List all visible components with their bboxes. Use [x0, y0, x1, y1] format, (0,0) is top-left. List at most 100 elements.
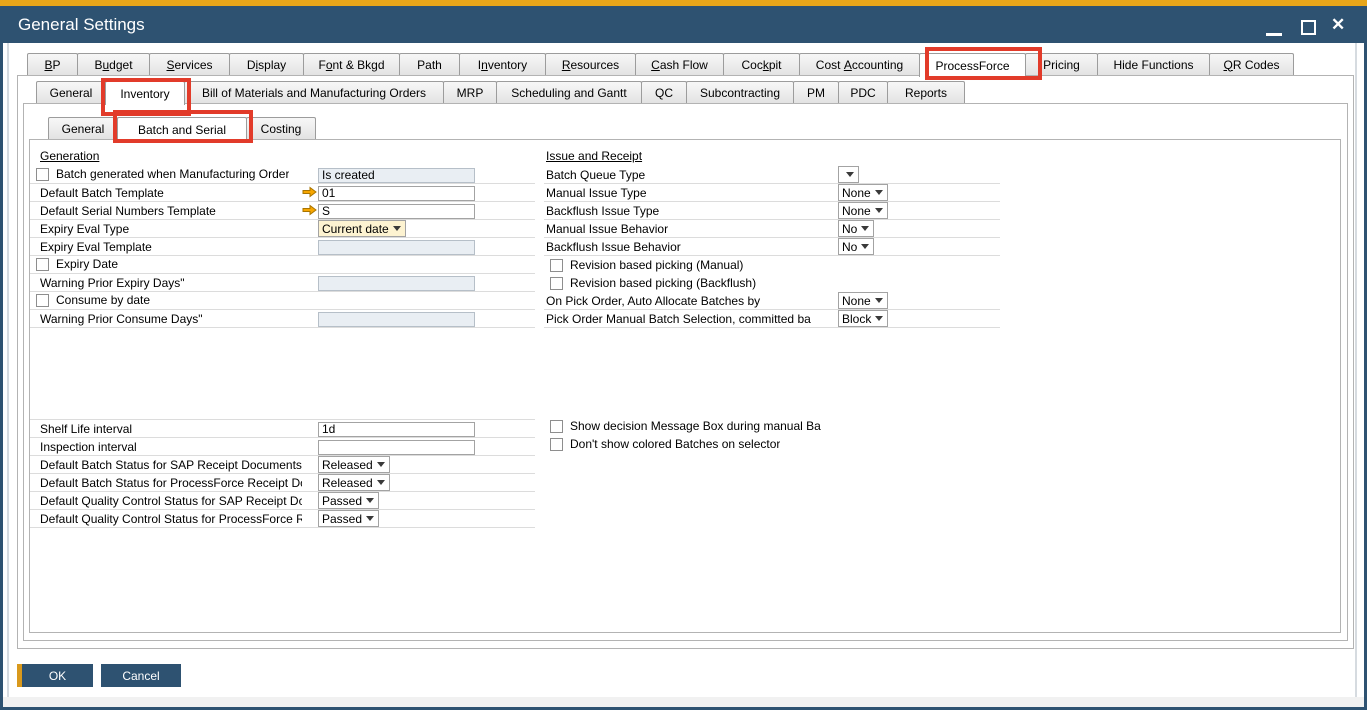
form-row-manual-issue-behavior: Manual Issue Behavior No: [544, 220, 1000, 238]
form-row-default-batch-template: Default Batch Template: [30, 184, 535, 202]
default-serial-template-input[interactable]: [318, 204, 475, 219]
form-row-qc-status-sap: Default Quality Control Status for SAP R…: [30, 492, 535, 510]
expiry-eval-type-combo[interactable]: Current date: [318, 220, 406, 237]
manual-issue-behavior-combo[interactable]: No: [838, 220, 874, 237]
form-row-batch-status-pf: Default Batch Status for ProcessForce Re…: [30, 474, 535, 492]
tab-pf-pdc[interactable]: PDC: [838, 81, 888, 103]
close-icon[interactable]: ✕: [1331, 11, 1345, 38]
window-border-left: [0, 0, 3, 710]
expiry-date-label: Expiry Date: [56, 256, 118, 273]
consume-by-date-checkbox[interactable]: [36, 294, 49, 307]
form-row-expiry-eval-template: Expiry Eval Template: [30, 238, 535, 256]
shelf-life-input[interactable]: [318, 422, 475, 437]
tab-pf-subcontracting[interactable]: Subcontracting: [686, 81, 794, 103]
tab-pf-inventory[interactable]: Inventory: [105, 81, 185, 105]
ok-button[interactable]: OK: [17, 664, 93, 687]
form-row-qc-status-pf: Default Quality Control Status for Proce…: [30, 510, 535, 528]
tab-font-bkgd[interactable]: Font & Bkgd: [303, 53, 400, 75]
tab-pf-mrp[interactable]: MRP: [443, 81, 497, 103]
chevron-down-icon: [875, 316, 883, 321]
link-arrow-icon[interactable]: [302, 204, 317, 216]
selector-options-group: Show decision Message Box during manual …: [544, 417, 1000, 453]
tab-resources[interactable]: Resources: [545, 53, 636, 75]
chevron-down-icon: [861, 244, 869, 249]
tab-cost-accounting[interactable]: Cost Accounting: [799, 53, 920, 75]
tab-path[interactable]: Path: [399, 53, 460, 75]
tab-pricing[interactable]: Pricing: [1025, 53, 1098, 75]
inspection-interval-label: Inspection interval: [40, 439, 302, 456]
show-decision-box-checkbox[interactable]: [550, 420, 563, 433]
batch-status-pf-label: Default Batch Status for ProcessForce Re…: [40, 475, 302, 492]
auto-allocate-combo[interactable]: None: [838, 292, 888, 309]
tab-bp[interactable]: BP: [27, 53, 78, 75]
form-row-inspection-interval: Inspection interval: [30, 438, 535, 456]
chevron-down-icon: [366, 498, 374, 503]
batch-status-pf-combo[interactable]: Released: [318, 474, 390, 491]
expiry-eval-type-label: Expiry Eval Type: [40, 221, 302, 238]
tab-cash-flow[interactable]: Cash Flow: [635, 53, 724, 75]
default-batch-template-input[interactable]: [318, 186, 475, 201]
warning-prior-consume-input[interactable]: [318, 312, 475, 327]
expiry-date-checkbox[interactable]: [36, 258, 49, 271]
inspection-interval-input[interactable]: [318, 440, 475, 455]
tab-pf-bom-mfg-orders[interactable]: Bill of Materials and Manufacturing Orde…: [184, 81, 444, 103]
backflush-issue-behavior-combo[interactable]: No: [838, 238, 874, 255]
tab-inv-costing[interactable]: Costing: [246, 117, 316, 139]
expiry-eval-template-input[interactable]: [318, 240, 475, 255]
batch-queue-type-label: Batch Queue Type: [546, 167, 834, 184]
form-row-default-serial-template: Default Serial Numbers Template: [30, 202, 535, 220]
warning-prior-expiry-input[interactable]: [318, 276, 475, 291]
backflush-issue-type-label: Backflush Issue Type: [546, 203, 834, 220]
shelf-life-label: Shelf Life interval: [40, 421, 302, 438]
tab-services[interactable]: Services: [149, 53, 230, 75]
tab-cockpit[interactable]: Cockpit: [723, 53, 800, 75]
batch-generated-label: Batch generated when Manufacturing Order: [56, 166, 289, 183]
batch-queue-type-combo[interactable]: [838, 166, 859, 183]
chevron-down-icon: [875, 298, 883, 303]
tab-pf-pm[interactable]: PM: [793, 81, 839, 103]
tab-pf-reports[interactable]: Reports: [887, 81, 965, 103]
form-row-warning-prior-consume: Warning Prior Consume Days": [30, 310, 535, 328]
dont-show-colored-checkbox[interactable]: [550, 438, 563, 451]
manual-issue-behavior-label: Manual Issue Behavior: [546, 221, 834, 238]
top-accent-bar: [0, 0, 1367, 6]
footer-strip: [3, 697, 1364, 707]
manual-issue-type-combo[interactable]: None: [838, 184, 888, 201]
form-row-warning-prior-expiry: Warning Prior Expiry Days": [30, 274, 535, 292]
tab-qr-codes[interactable]: QR Codes: [1209, 53, 1294, 75]
tab-hide-functions[interactable]: Hide Functions: [1097, 53, 1210, 75]
form-row-revision-picking-backflush: Revision based picking (Backflush): [544, 274, 1000, 292]
form-row-backflush-issue-behavior: Backflush Issue Behavior No: [544, 238, 1000, 256]
form-row-batch-status-sap: Default Batch Status for SAP Receipt Doc…: [30, 456, 535, 474]
batch-status-sap-combo[interactable]: Released: [318, 456, 390, 473]
form-row-expiry-eval-type: Expiry Eval Type Current date: [30, 220, 535, 238]
revision-picking-backflush-checkbox[interactable]: [550, 277, 563, 290]
batch-status-group: Shelf Life interval Inspection interval …: [30, 419, 535, 528]
tab-display[interactable]: Display: [229, 53, 304, 75]
tab-inv-batch-and-serial[interactable]: Batch and Serial: [117, 117, 247, 141]
maximize-icon[interactable]: [1301, 20, 1316, 35]
tab-pf-general[interactable]: General: [36, 81, 106, 103]
tab-budget[interactable]: Budget: [77, 53, 150, 75]
dont-show-colored-label: Don't show colored Batches on selector: [570, 436, 780, 453]
qc-status-pf-combo[interactable]: Passed: [318, 510, 379, 527]
chevron-down-icon: [861, 226, 869, 231]
batch-generated-when-field[interactable]: [318, 168, 475, 183]
cancel-button[interactable]: Cancel: [101, 664, 181, 687]
minimize-icon[interactable]: [1266, 33, 1282, 36]
qc-status-sap-combo[interactable]: Passed: [318, 492, 379, 509]
backflush-issue-type-combo[interactable]: None: [838, 202, 888, 219]
generation-group: Generation Batch generated when Manufact…: [30, 148, 535, 328]
expiry-eval-template-label: Expiry Eval Template: [40, 239, 302, 256]
batch-generated-checkbox[interactable]: [36, 168, 49, 181]
revision-picking-manual-checkbox[interactable]: [550, 259, 563, 272]
link-arrow-icon[interactable]: [302, 186, 317, 198]
form-row-expiry-date: Expiry Date: [30, 256, 535, 274]
tab-pf-qc[interactable]: QC: [641, 81, 687, 103]
tab-inv-general[interactable]: General: [48, 117, 118, 139]
tab-inventory-main[interactable]: Inventory: [459, 53, 546, 75]
qc-status-sap-label: Default Quality Control Status for SAP R…: [40, 493, 302, 510]
tab-processforce[interactable]: ProcessForce: [919, 53, 1026, 77]
tab-pf-scheduling-gantt[interactable]: Scheduling and Gantt: [496, 81, 642, 103]
pick-order-manual-selection-combo[interactable]: Block: [838, 310, 888, 327]
